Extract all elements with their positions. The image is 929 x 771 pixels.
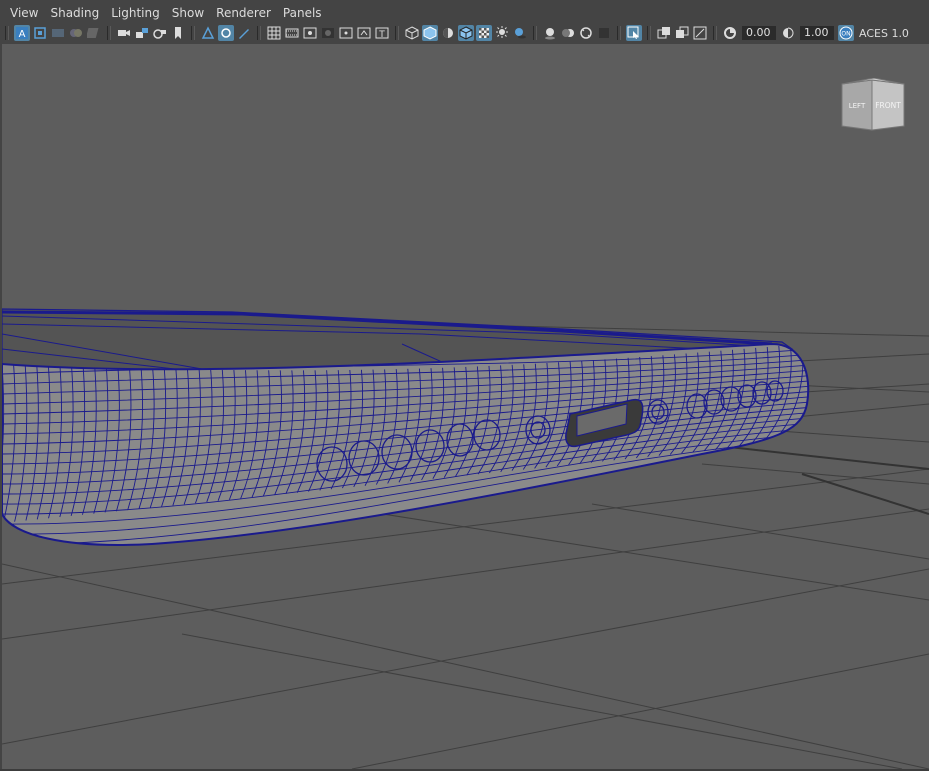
smooth-shade-icon[interactable] <box>422 25 438 41</box>
menu-show[interactable]: Show <box>166 3 210 23</box>
menu-lighting[interactable]: Lighting <box>105 3 166 23</box>
depth-of-field-icon[interactable] <box>596 25 612 41</box>
shadows-icon[interactable] <box>512 25 528 41</box>
toolbar-divider <box>257 26 261 40</box>
color-management-icon[interactable]: ON <box>838 25 854 41</box>
scene-canvas[interactable] <box>2 44 929 769</box>
anti-aliasing-icon[interactable] <box>578 25 594 41</box>
textured-icon[interactable] <box>476 25 492 41</box>
lights-icon[interactable] <box>494 25 510 41</box>
exposure-field[interactable]: 0.00 <box>742 26 776 40</box>
toolbar-divider <box>617 26 621 40</box>
svg-text:ON: ON <box>841 31 850 38</box>
model-panel: View Shading Lighting Show Renderer Pane… <box>0 0 929 771</box>
wireframe-icon[interactable] <box>404 25 420 41</box>
xray-joints-icon[interactable] <box>674 25 690 41</box>
playblast-icon[interactable] <box>50 25 66 41</box>
default-material-icon[interactable] <box>440 25 456 41</box>
camera-bookmark-icon[interactable] <box>152 25 168 41</box>
frame-selection-icon[interactable] <box>32 25 48 41</box>
xray-active-components-icon[interactable] <box>692 25 708 41</box>
toolbar-divider <box>647 26 651 40</box>
gamma-icon[interactable] <box>780 25 796 41</box>
toolbar-divider <box>713 26 717 40</box>
menu-shading[interactable]: Shading <box>44 3 105 23</box>
toolbar-divider <box>533 26 537 40</box>
exposure-icon[interactable] <box>722 25 738 41</box>
isolate-select-icon[interactable] <box>626 25 642 41</box>
image-plane-icon[interactable] <box>200 25 216 41</box>
film-gate-icon[interactable] <box>284 25 300 41</box>
xray-icon[interactable] <box>656 25 672 41</box>
safe-action-icon[interactable] <box>356 25 372 41</box>
select-camera-icon[interactable]: A <box>14 25 30 41</box>
panel-menu-bar: View Shading Lighting Show Renderer Pane… <box>0 3 929 23</box>
menu-view[interactable]: View <box>0 3 44 23</box>
menu-panels[interactable]: Panels <box>277 3 328 23</box>
viewcube-left-label: LEFT <box>849 102 866 110</box>
motion-blur-icon[interactable] <box>560 25 576 41</box>
bookmark-icon[interactable] <box>170 25 186 41</box>
grid-icon[interactable] <box>266 25 282 41</box>
field-chart-icon[interactable] <box>338 25 354 41</box>
viewcube-front-label: FRONT <box>875 101 901 110</box>
two-sided-icon[interactable] <box>68 25 84 41</box>
camera-lock-icon[interactable] <box>134 25 150 41</box>
two-d-pan-zoom-icon[interactable] <box>218 25 234 41</box>
resolution-gate-icon[interactable] <box>302 25 318 41</box>
color-space-label[interactable]: ACES 1.0 <box>859 27 909 40</box>
viewport-3d[interactable]: LEFT FRONT <box>2 44 929 769</box>
grease-pencil-icon[interactable] <box>236 25 252 41</box>
texture-view-icon[interactable] <box>86 25 102 41</box>
toolbar-divider <box>107 26 111 40</box>
svg-text:T: T <box>378 30 385 40</box>
toolbar-divider <box>395 26 399 40</box>
screen-space-ao-icon[interactable] <box>542 25 558 41</box>
menu-renderer[interactable]: Renderer <box>210 3 277 23</box>
gamma-field[interactable]: 1.00 <box>800 26 834 40</box>
toolbar-divider <box>5 26 9 40</box>
viewcube[interactable]: LEFT FRONT <box>840 77 906 134</box>
wireframe-on-shaded-icon[interactable] <box>458 25 474 41</box>
gate-mask-icon[interactable] <box>320 25 336 41</box>
toolbar-divider <box>191 26 195 40</box>
panel-toolbar: A T 0.00 1.00 ON ACES 1.0 <box>0 23 929 43</box>
camera-attributes-icon[interactable] <box>116 25 132 41</box>
safe-title-icon[interactable]: T <box>374 25 390 41</box>
svg-text:A: A <box>19 29 26 40</box>
phone-side-body <box>2 342 810 546</box>
